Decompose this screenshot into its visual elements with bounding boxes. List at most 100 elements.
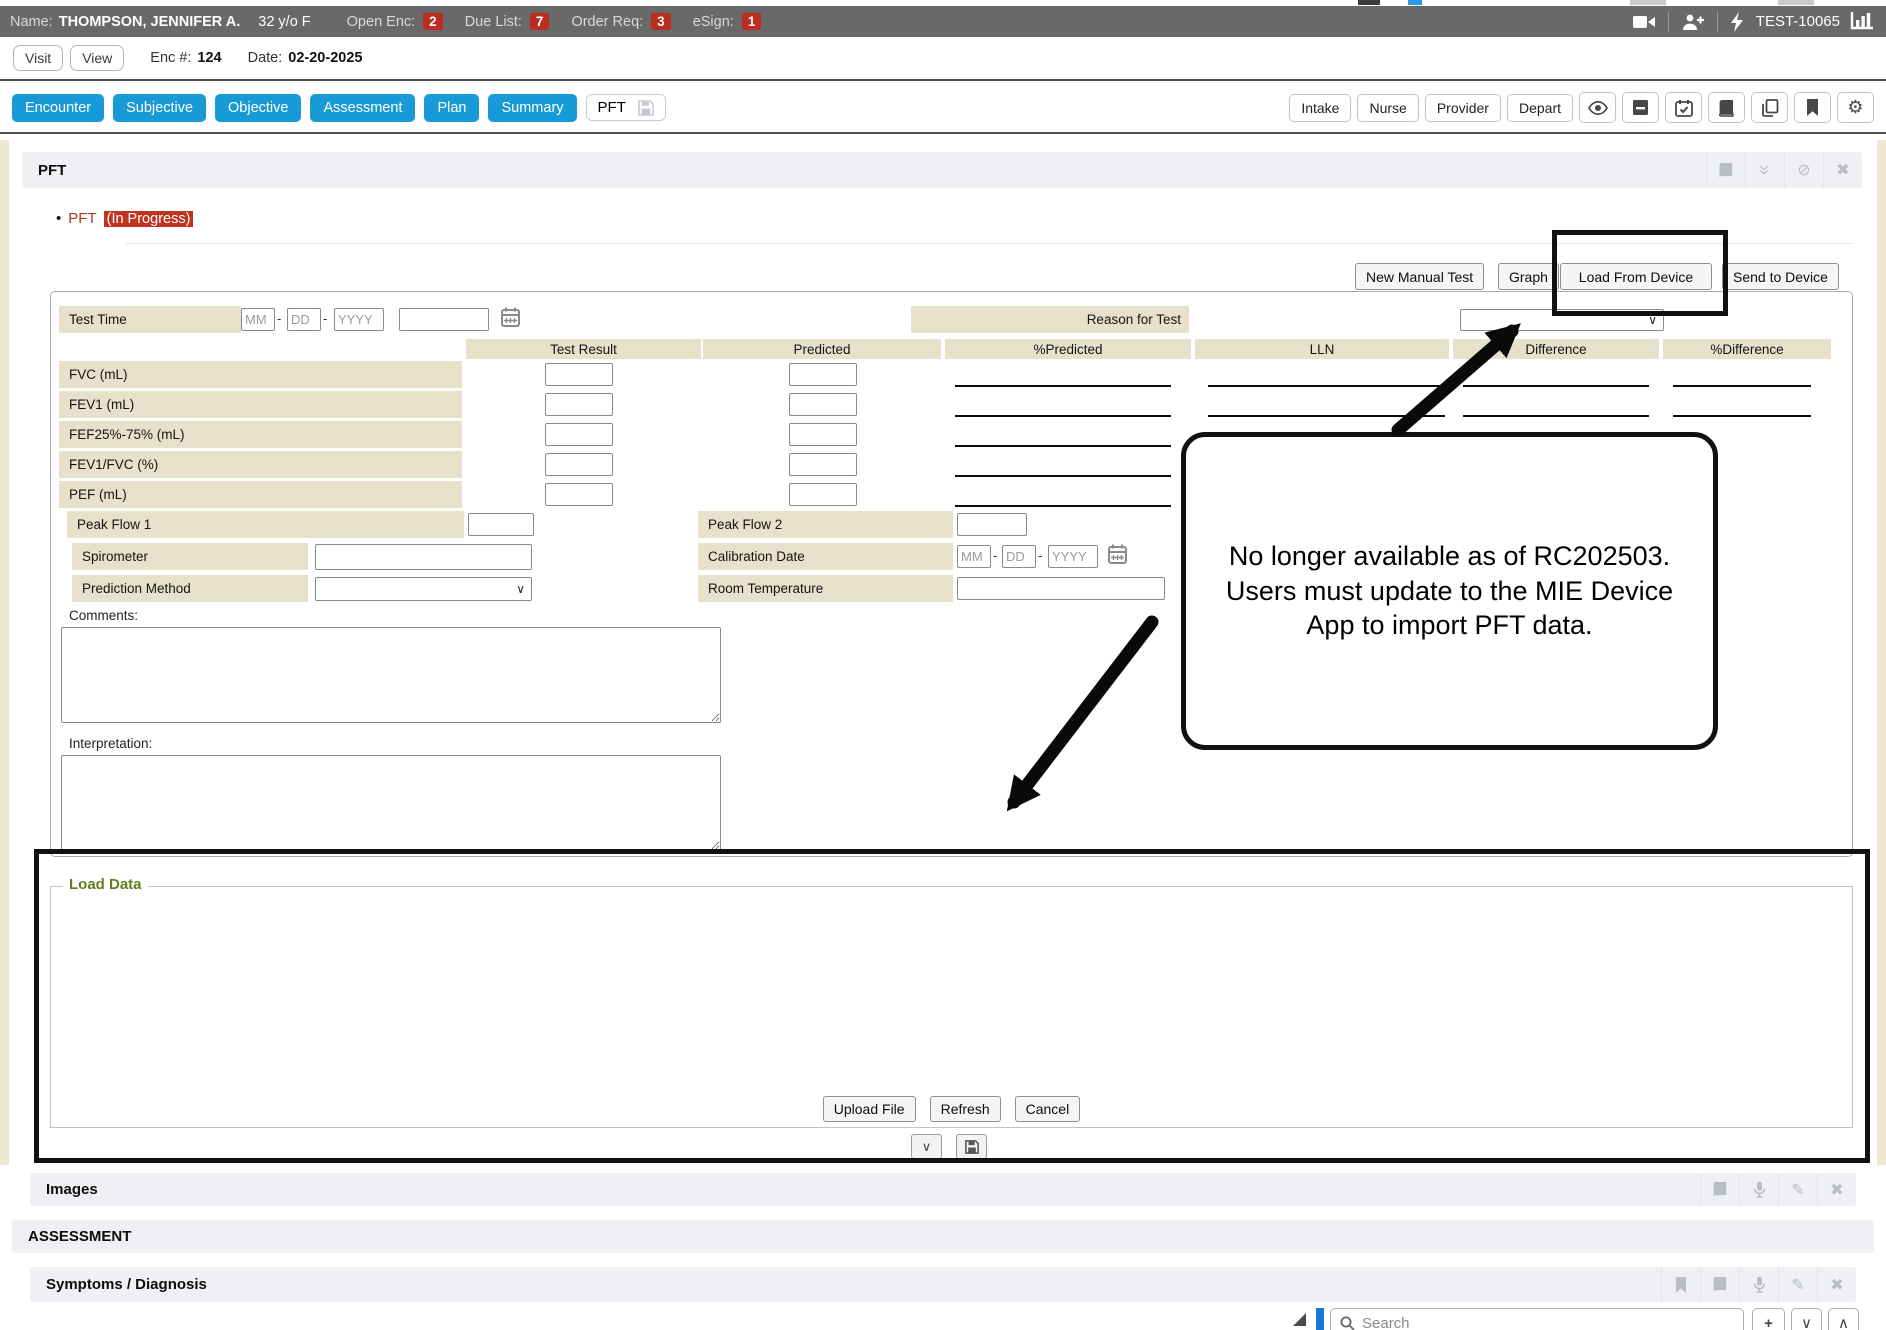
microphone-icon[interactable] <box>1739 1267 1778 1302</box>
test-result-input[interactable] <box>545 363 613 386</box>
esign-count[interactable]: 1 <box>742 13 762 30</box>
new-manual-test-button[interactable]: New Manual Test <box>1355 263 1484 290</box>
send-to-device-button[interactable]: Send to Device <box>1722 263 1839 290</box>
prediction-method-select[interactable]: ∨ <box>315 577 532 601</box>
annotation-callout: No longer available as of RC202503. User… <box>1181 432 1718 750</box>
room-temperature-label: Room Temperature <box>698 575 953 602</box>
chart-book-icon[interactable] <box>1708 92 1745 123</box>
pct-difference-line <box>1673 415 1811 417</box>
print-book-icon[interactable] <box>1700 1267 1739 1302</box>
video-call-icon[interactable] <box>1632 13 1656 31</box>
col-pct-predicted: %Predicted <box>945 339 1191 359</box>
predicted-input[interactable] <box>789 393 857 416</box>
test-time-year-input[interactable] <box>334 308 384 331</box>
spirometer-input[interactable] <box>315 544 532 570</box>
comments-label: Comments: <box>69 608 138 623</box>
test-result-input[interactable] <box>545 423 613 446</box>
microphone-icon[interactable] <box>1739 1173 1778 1206</box>
pct-predicted-line <box>955 385 1171 387</box>
images-section-header: Images ✎ ✖ <box>30 1173 1856 1206</box>
calibration-month-input[interactable] <box>957 545 991 568</box>
bookmark-icon[interactable] <box>1661 1267 1700 1302</box>
quick-action-lightning-icon[interactable] <box>1730 12 1744 32</box>
symptoms-section-icons: ✎ ✖ <box>1661 1267 1856 1302</box>
divider <box>1668 12 1669 32</box>
tab-pft-active[interactable]: PFT <box>586 94 666 121</box>
webchart-app: Name: THOMPSON, JENNIFER A. 32 y/o F Ope… <box>0 0 1886 1330</box>
due-list-count[interactable]: 7 <box>530 13 550 30</box>
calibration-day-input[interactable] <box>1002 545 1036 568</box>
intake-button[interactable]: Intake <box>1289 94 1351 122</box>
close-icon[interactable]: ✖ <box>1823 152 1862 188</box>
predicted-input[interactable] <box>789 483 857 506</box>
comments-textarea[interactable] <box>61 627 721 723</box>
annotation-text: No longer available as of RC202503. User… <box>1212 539 1687 643</box>
tab-subjective[interactable]: Subjective <box>113 94 206 122</box>
archive-box-icon[interactable] <box>1622 92 1659 123</box>
tab-objective[interactable]: Objective <box>215 94 301 122</box>
test-time-month-input[interactable] <box>241 308 275 331</box>
bookmark-icon[interactable] <box>1794 92 1831 123</box>
visit-button[interactable]: Visit <box>13 45 63 71</box>
diagnosis-search[interactable] <box>1330 1308 1744 1330</box>
peak-flow-2-input[interactable] <box>957 513 1027 536</box>
resize-handle[interactable] <box>1293 1313 1306 1326</box>
calendar-check-icon[interactable] <box>1665 92 1702 123</box>
test-time-time-input[interactable] <box>399 308 489 331</box>
esign-label: eSign: <box>693 14 734 30</box>
chevron-down-button[interactable]: ∨ <box>1791 1308 1822 1330</box>
close-icon[interactable]: ✖ <box>1817 1267 1856 1302</box>
test-result-input[interactable] <box>545 393 613 416</box>
test-result-input[interactable] <box>545 453 613 476</box>
nurse-button[interactable]: Nurse <box>1357 94 1418 122</box>
tab-encounter[interactable]: Encounter <box>12 94 104 122</box>
predicted-input[interactable] <box>789 363 857 386</box>
calibration-year-input[interactable] <box>1048 545 1098 568</box>
search-input[interactable] <box>1362 1315 1692 1330</box>
bullet: • <box>56 210 61 227</box>
peak-flow-1-input[interactable] <box>468 513 534 536</box>
edit-pencil-icon[interactable]: ✎ <box>1778 1267 1817 1302</box>
chevron-up-button[interactable]: ∧ <box>1828 1308 1859 1330</box>
pft-section-icons: » ⊘ ✖ <box>1706 152 1862 188</box>
provider-button[interactable]: Provider <box>1425 94 1501 122</box>
col-difference: Difference <box>1453 339 1659 359</box>
calendar-icon[interactable] <box>501 307 520 327</box>
pft-item-link[interactable]: PFT <box>68 210 96 227</box>
calendar-icon[interactable] <box>1108 544 1127 564</box>
stats-chart-icon[interactable] <box>1850 12 1874 32</box>
close-icon[interactable]: ✖ <box>1817 1173 1856 1206</box>
tab-plan[interactable]: Plan <box>424 94 479 122</box>
settings-gears-icon[interactable]: ⚙ <box>1837 92 1874 123</box>
save-icon[interactable] <box>638 100 654 116</box>
eye-icon[interactable] <box>1579 92 1616 123</box>
test-time-day-input[interactable] <box>287 308 321 331</box>
edit-pencil-icon[interactable]: ✎ <box>1778 1173 1817 1206</box>
predicted-input[interactable] <box>789 453 857 476</box>
enc-number-label: Enc #: <box>150 50 191 66</box>
date-dash: - <box>277 311 281 326</box>
predicted-input[interactable] <box>789 423 857 446</box>
left-margin-strip <box>0 140 9 1165</box>
open-enc-count[interactable]: 2 <box>423 13 443 30</box>
collapse-double-chevron-icon[interactable]: » <box>1745 152 1784 188</box>
difference-line <box>1463 385 1649 387</box>
depart-button[interactable]: Depart <box>1507 94 1573 122</box>
view-button[interactable]: View <box>70 45 124 71</box>
interpretation-label: Interpretation: <box>69 736 152 751</box>
tab-summary[interactable]: Summary <box>488 94 576 122</box>
print-book-icon[interactable] <box>1706 152 1745 188</box>
interpretation-textarea[interactable] <box>61 755 721 851</box>
print-book-icon[interactable] <box>1700 1173 1739 1206</box>
system-id: TEST-10065 <box>1756 13 1840 30</box>
tab-assessment[interactable]: Assessment <box>310 94 415 122</box>
disable-ban-icon[interactable]: ⊘ <box>1784 152 1823 188</box>
add-patient-icon[interactable] <box>1681 12 1705 32</box>
add-button[interactable]: + <box>1752 1308 1785 1330</box>
order-req-count[interactable]: 3 <box>651 13 671 30</box>
room-temperature-input[interactable] <box>957 577 1165 600</box>
test-result-input[interactable] <box>545 483 613 506</box>
graph-button[interactable]: Graph <box>1498 263 1559 290</box>
symptoms-diagnosis-title: Symptoms / Diagnosis <box>46 1276 207 1293</box>
copy-pages-icon[interactable] <box>1751 92 1788 123</box>
